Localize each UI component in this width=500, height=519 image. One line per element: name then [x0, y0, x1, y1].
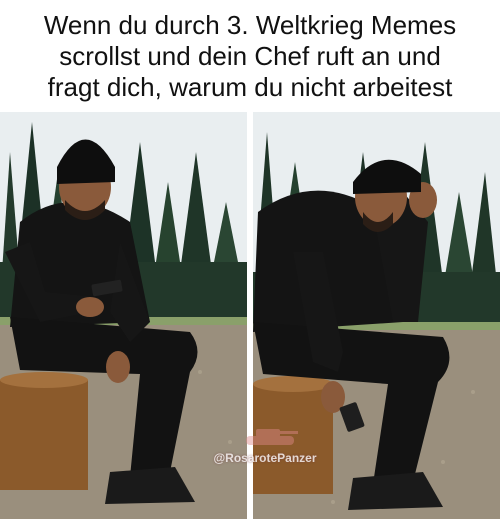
caption-line-1: Wenn du durch 3. Weltkrieg Memes: [43, 9, 457, 40]
watermark-handle: @RosarotePanzer: [213, 451, 317, 465]
meme-caption: Wenn du durch 3. Weltkrieg Memes scrolls…: [0, 0, 500, 112]
caption-line-2: scrollst und dein Chef ruft an und: [59, 40, 441, 71]
caption-line-3: fragt dich, warum du nicht arbeitest: [47, 71, 453, 102]
tank-watermark-icon: [246, 429, 298, 445]
